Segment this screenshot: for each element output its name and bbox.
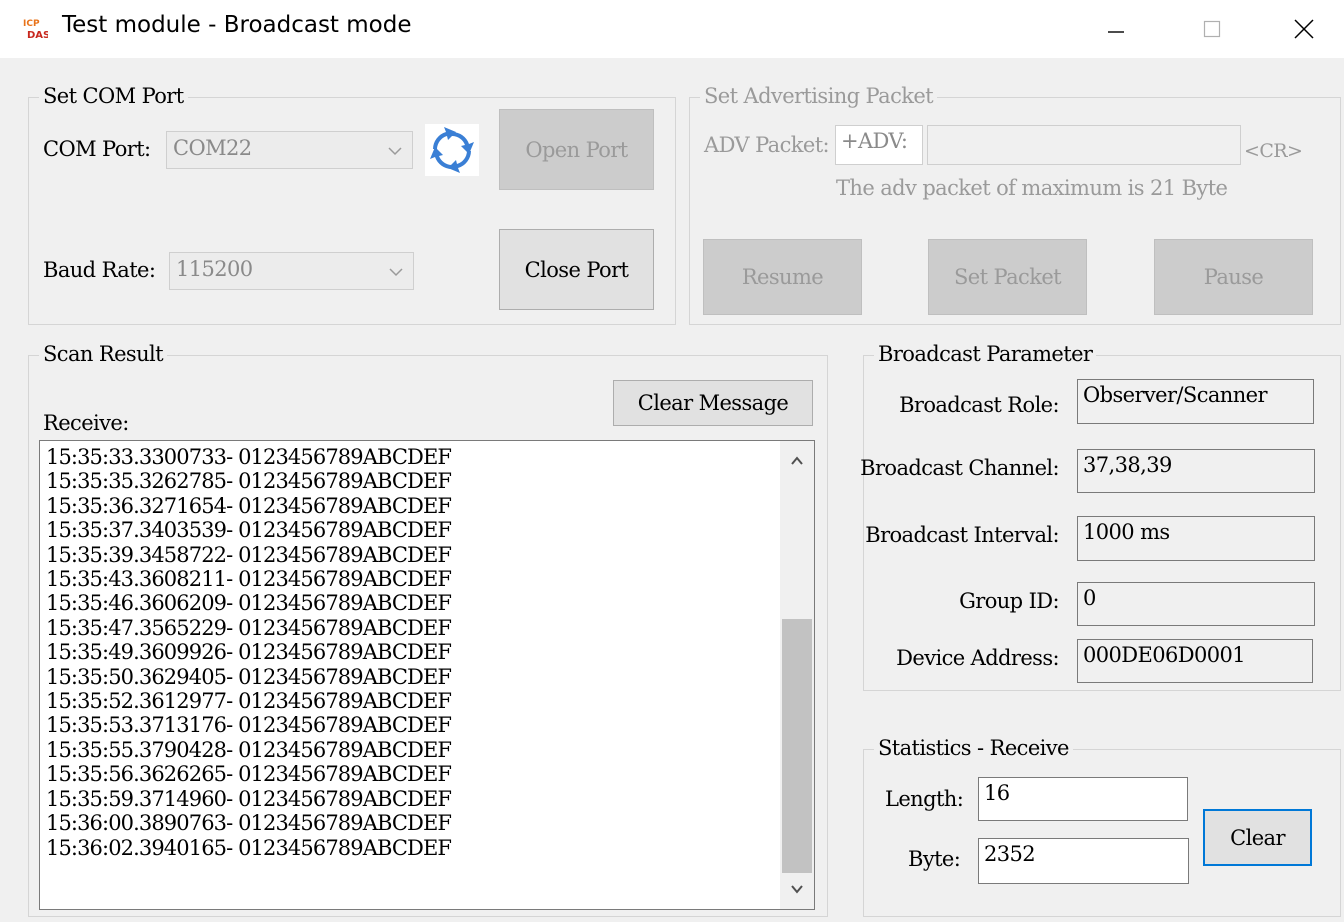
- list-item: 15:35:43.3608211- 0123456789ABCDEF: [46, 567, 452, 592]
- adv-packet-group-title: Set Advertising Packet: [700, 83, 938, 109]
- list-item: 15:36:02.3940165- 0123456789ABCDEF: [46, 835, 452, 860]
- scroll-thumb[interactable]: [782, 619, 812, 873]
- scroll-up-button[interactable]: [780, 441, 814, 481]
- set-packet-button[interactable]: Set Packet: [928, 239, 1087, 315]
- window-title: Test module - Broadcast mode: [62, 12, 412, 38]
- broadcast-interval-field: 1000 ms: [1077, 516, 1315, 561]
- list-item: 15:35:56.3626265- 0123456789ABCDEF: [46, 762, 452, 787]
- broadcast-channel-label: Broadcast Channel:: [860, 456, 1059, 480]
- list-item: 15:35:55.3790428- 0123456789ABCDEF: [46, 737, 452, 762]
- baud-rate-select[interactable]: 115200: [169, 252, 414, 290]
- group-id-field: 0: [1077, 582, 1315, 626]
- svg-text:DAS: DAS: [27, 30, 48, 40]
- close-port-button[interactable]: Close Port: [499, 229, 654, 310]
- broadcast-role-field: Observer/Scanner: [1077, 379, 1314, 424]
- list-item: 15:35:47.3565229- 0123456789ABCDEF: [46, 615, 452, 640]
- receive-label: Receive:: [43, 411, 129, 435]
- adv-prefix-field: +ADV:: [835, 125, 923, 165]
- baud-rate-label: Baud Rate:: [43, 258, 156, 282]
- device-address-field: 000DE06D0001: [1077, 639, 1313, 683]
- group-id-label: Group ID:: [959, 589, 1060, 613]
- minimize-button[interactable]: [1070, 0, 1162, 58]
- list-item: 15:35:59.3714960- 0123456789ABCDEF: [46, 786, 452, 811]
- list-item: 15:35:35.3262785- 0123456789ABCDEF: [46, 469, 452, 494]
- chevron-down-icon: [791, 885, 803, 894]
- com-port-group-title: Set COM Port: [39, 83, 188, 109]
- vertical-scrollbar[interactable]: [780, 441, 814, 909]
- com-port-select[interactable]: COM22: [166, 131, 413, 169]
- open-port-button[interactable]: Open Port: [499, 109, 654, 190]
- list-item: 15:35:53.3713176- 0123456789ABCDEF: [46, 713, 452, 738]
- length-field: 16: [978, 777, 1188, 821]
- refresh-button[interactable]: [425, 124, 479, 176]
- adv-packet-label: ADV Packet:: [704, 133, 830, 157]
- adv-hint-text: The adv packet of maximum is 21 Byte: [836, 176, 1228, 200]
- statistics-group-title: Statistics - Receive: [874, 735, 1073, 761]
- maximize-button[interactable]: [1166, 0, 1258, 58]
- receive-list[interactable]: 15:35:33.3300733- 0123456789ABCDEF 15:35:…: [39, 440, 815, 910]
- list-item: 15:35:46.3606209- 0123456789ABCDEF: [46, 591, 452, 616]
- list-item: 15:35:50.3629405- 0123456789ABCDEF: [46, 664, 452, 689]
- pause-button[interactable]: Pause: [1154, 239, 1313, 315]
- list-item: 15:35:33.3300733- 0123456789ABCDEF: [46, 445, 452, 469]
- broadcast-parameter-group-title: Broadcast Parameter: [874, 341, 1097, 367]
- list-item: 15:35:49.3609926- 0123456789ABCDEF: [46, 640, 452, 665]
- list-item: 15:36:00.3890763- 0123456789ABCDEF: [46, 811, 452, 836]
- broadcast-role-label: Broadcast Role:: [899, 393, 1060, 417]
- scroll-down-button[interactable]: [780, 869, 814, 909]
- svg-text:ICP: ICP: [23, 19, 40, 29]
- adv-packet-input[interactable]: [927, 125, 1241, 165]
- com-port-value: COM22: [173, 136, 252, 160]
- list-item: 15:35:39.3458722- 0123456789ABCDEF: [46, 542, 452, 567]
- broadcast-channel-field: 37,38,39: [1077, 449, 1315, 493]
- chevron-down-icon: [389, 268, 403, 277]
- refresh-icon: [430, 127, 474, 173]
- device-address-label: Device Address:: [896, 646, 1059, 670]
- maximize-icon: [1203, 20, 1221, 38]
- resume-button[interactable]: Resume: [703, 239, 862, 315]
- byte-field: 2352: [978, 838, 1189, 884]
- broadcast-interval-label: Broadcast Interval:: [865, 523, 1059, 547]
- close-button[interactable]: [1258, 0, 1344, 58]
- chevron-down-icon: [388, 147, 402, 156]
- cr-label: <CR>: [1244, 140, 1303, 162]
- list-item: 15:35:37.3403539- 0123456789ABCDEF: [46, 518, 452, 543]
- title-bar: ICP DAS Test module - Broadcast mode: [0, 0, 1344, 58]
- clear-message-button[interactable]: Clear Message: [613, 380, 813, 426]
- close-icon: [1294, 19, 1314, 39]
- minimize-icon: [1108, 31, 1124, 33]
- clear-statistics-button[interactable]: Clear: [1203, 809, 1312, 866]
- list-item: 15:35:36.3271654- 0123456789ABCDEF: [46, 493, 452, 518]
- scan-result-group-title: Scan Result: [39, 341, 167, 367]
- baud-rate-value: 115200: [176, 257, 253, 281]
- chevron-up-icon: [791, 456, 803, 465]
- receive-lines: 15:35:33.3300733- 0123456789ABCDEF 15:35:…: [46, 445, 452, 860]
- byte-label: Byte:: [908, 847, 961, 871]
- length-label: Length:: [885, 787, 964, 811]
- icpdas-logo-icon: ICP DAS: [22, 16, 50, 41]
- list-item: 15:35:52.3612977- 0123456789ABCDEF: [46, 689, 452, 714]
- window-client-area: Set COM Port COM Port: COM22 Open Port B…: [0, 58, 1344, 922]
- com-port-label: COM Port:: [43, 137, 151, 161]
